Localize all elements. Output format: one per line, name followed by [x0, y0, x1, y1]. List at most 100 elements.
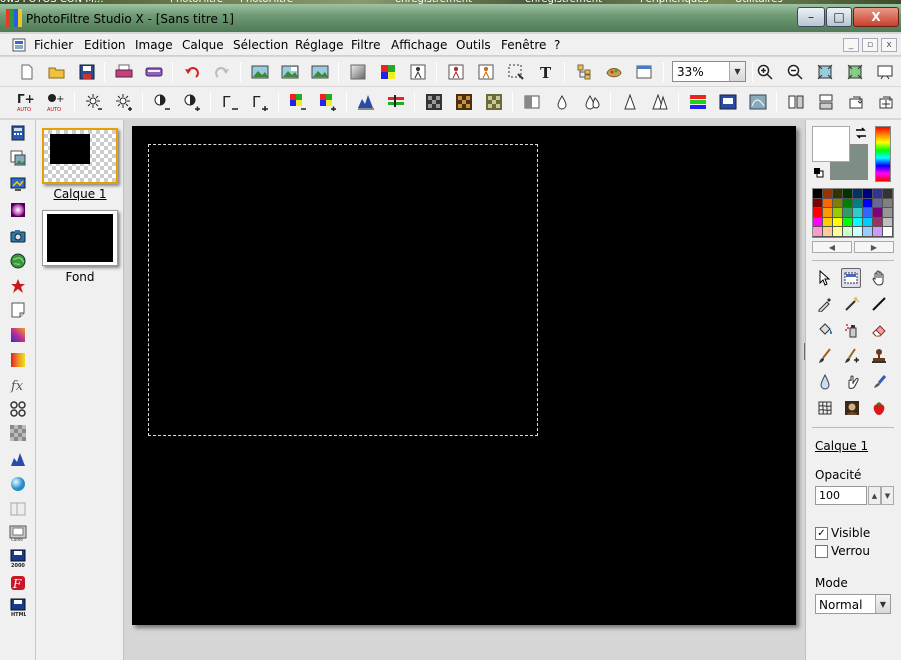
fit-window-icon[interactable]: [815, 62, 835, 82]
color-balance-icon[interactable]: [386, 92, 406, 112]
gradient-icon[interactable]: [9, 351, 27, 369]
palette-swatch[interactable]: [873, 189, 883, 199]
brightness-minus-icon[interactable]: [84, 92, 104, 112]
flip-horizontal-icon[interactable]: [786, 92, 806, 112]
color-replace-icon[interactable]: [718, 92, 738, 112]
palette-swatch[interactable]: [813, 208, 823, 218]
menu-fenetre[interactable]: Fenêtre: [501, 38, 546, 52]
sharpen-more-icon[interactable]: [582, 92, 602, 112]
palette-swatch[interactable]: [883, 198, 893, 209]
palette-swatch[interactable]: [863, 217, 873, 228]
palette-scroll-right-button[interactable]: ▶: [854, 241, 894, 253]
strawberry-icon[interactable]: [869, 398, 889, 418]
gamma-plus-icon[interactable]: Γ: [250, 92, 270, 112]
swap-colors-icon[interactable]: [854, 126, 868, 140]
chevron-down-icon[interactable]: ▼: [875, 595, 890, 613]
menu-reglage[interactable]: Réglage: [295, 38, 344, 52]
clone-brush-icon[interactable]: [869, 372, 889, 392]
palette-swatch[interactable]: [873, 208, 883, 218]
palette-swatch[interactable]: [883, 227, 893, 237]
plugin-icon[interactable]: [604, 62, 624, 82]
new-document-icon[interactable]: [17, 62, 37, 82]
brightness-plus-icon[interactable]: [114, 92, 134, 112]
magic-wand-icon[interactable]: [842, 294, 862, 314]
line-icon[interactable]: [869, 294, 889, 314]
drop-blur-icon[interactable]: [815, 372, 835, 392]
rotate-icon[interactable]: [846, 92, 866, 112]
stamp-icon[interactable]: [869, 346, 889, 366]
image-browser-icon[interactable]: [9, 149, 27, 167]
palette-swatch[interactable]: [843, 217, 853, 228]
open-folder-icon[interactable]: [47, 62, 67, 82]
camera-icon[interactable]: [9, 227, 27, 245]
palette-swatch[interactable]: [813, 227, 823, 237]
dither-black-icon[interactable]: [424, 92, 444, 112]
blur-icon[interactable]: [522, 92, 542, 112]
minimize-button[interactable]: –: [797, 7, 825, 27]
screen-capture-icon[interactable]: [9, 175, 27, 193]
palette-swatch[interactable]: [833, 217, 843, 228]
close-button[interactable]: X: [853, 7, 899, 27]
star-icon[interactable]: [9, 277, 27, 295]
menu-affichage[interactable]: Affichage: [391, 38, 447, 52]
selection-box-icon[interactable]: [841, 268, 861, 288]
palette-swatch[interactable]: [873, 227, 883, 237]
zoom-in-icon[interactable]: [755, 62, 775, 82]
sphere-icon[interactable]: [9, 475, 27, 493]
palette-swatch[interactable]: [833, 198, 843, 209]
current-layer-name[interactable]: Calque 1: [815, 439, 868, 453]
fullscreen-icon[interactable]: [875, 62, 895, 82]
image-canvas[interactable]: [132, 126, 796, 625]
opacity-stepper[interactable]: ▲ ▼: [868, 486, 894, 505]
title-bar[interactable]: PhotoFiltre Studio X - [Sans titre 1] – …: [0, 4, 901, 32]
pages-icon[interactable]: [9, 500, 27, 518]
layer-manager-icon[interactable]: [574, 62, 594, 82]
chevron-down-icon[interactable]: ▼: [729, 62, 745, 81]
palette-swatch[interactable]: [823, 208, 833, 218]
menu-help[interactable]: ?: [554, 38, 560, 52]
fx-icon[interactable]: fx: [9, 376, 27, 394]
print-icon[interactable]: [114, 62, 134, 82]
palette-swatch[interactable]: [843, 227, 853, 237]
palette-swatch[interactable]: [823, 198, 833, 209]
transform-icon[interactable]: [476, 62, 496, 82]
note-icon[interactable]: [9, 301, 27, 319]
opacity-input[interactable]: [815, 486, 867, 505]
maximize-button[interactable]: □: [826, 7, 852, 27]
saturation-minus-icon[interactable]: [288, 92, 308, 112]
actual-size-icon[interactable]: [845, 62, 865, 82]
palette-swatch[interactable]: [813, 198, 823, 209]
palette-swatch[interactable]: [833, 189, 843, 199]
auto-contrast-icon[interactable]: + AUTO: [46, 92, 66, 112]
chevron-up-icon[interactable]: ▲: [868, 486, 881, 505]
automate-icon[interactable]: [408, 62, 428, 82]
selection-tool-icon[interactable]: [506, 62, 526, 82]
mdi-restore-button[interactable]: ▫: [862, 38, 878, 52]
undo-icon[interactable]: [182, 62, 202, 82]
menu-calque[interactable]: Calque: [182, 38, 224, 52]
script-icon[interactable]: F: [9, 574, 27, 592]
redo-icon[interactable]: [212, 62, 232, 82]
gradient-icon[interactable]: [348, 62, 368, 82]
palette-scroll-left-button[interactable]: ◀: [812, 241, 852, 253]
mask-icon[interactable]: [9, 400, 27, 418]
contrast-plus-icon[interactable]: [182, 92, 202, 112]
auto-levels-icon[interactable]: Γ+ AUTO: [16, 92, 36, 112]
calculator-icon[interactable]: [9, 124, 27, 142]
gradient-diagonal-icon[interactable]: [9, 326, 27, 344]
gamma-minus-icon[interactable]: Γ: [220, 92, 240, 112]
paint-bucket-icon[interactable]: [815, 320, 835, 340]
palette-swatch[interactable]: [843, 198, 853, 209]
histogram-icon[interactable]: [356, 92, 376, 112]
portrait-icon[interactable]: [842, 398, 862, 418]
menu-selection[interactable]: Sélection: [233, 38, 288, 52]
save-icon[interactable]: [77, 62, 97, 82]
menu-filtre[interactable]: Filtre: [351, 38, 380, 52]
palette-swatch[interactable]: [883, 208, 893, 218]
window-icon[interactable]: [634, 62, 654, 82]
frame-icon[interactable]: Cadre: [9, 524, 27, 542]
advanced-brush-icon[interactable]: [842, 346, 862, 366]
color-spectrum[interactable]: [875, 126, 891, 182]
soften-icon[interactable]: [620, 92, 640, 112]
palette-swatch[interactable]: [883, 217, 893, 228]
